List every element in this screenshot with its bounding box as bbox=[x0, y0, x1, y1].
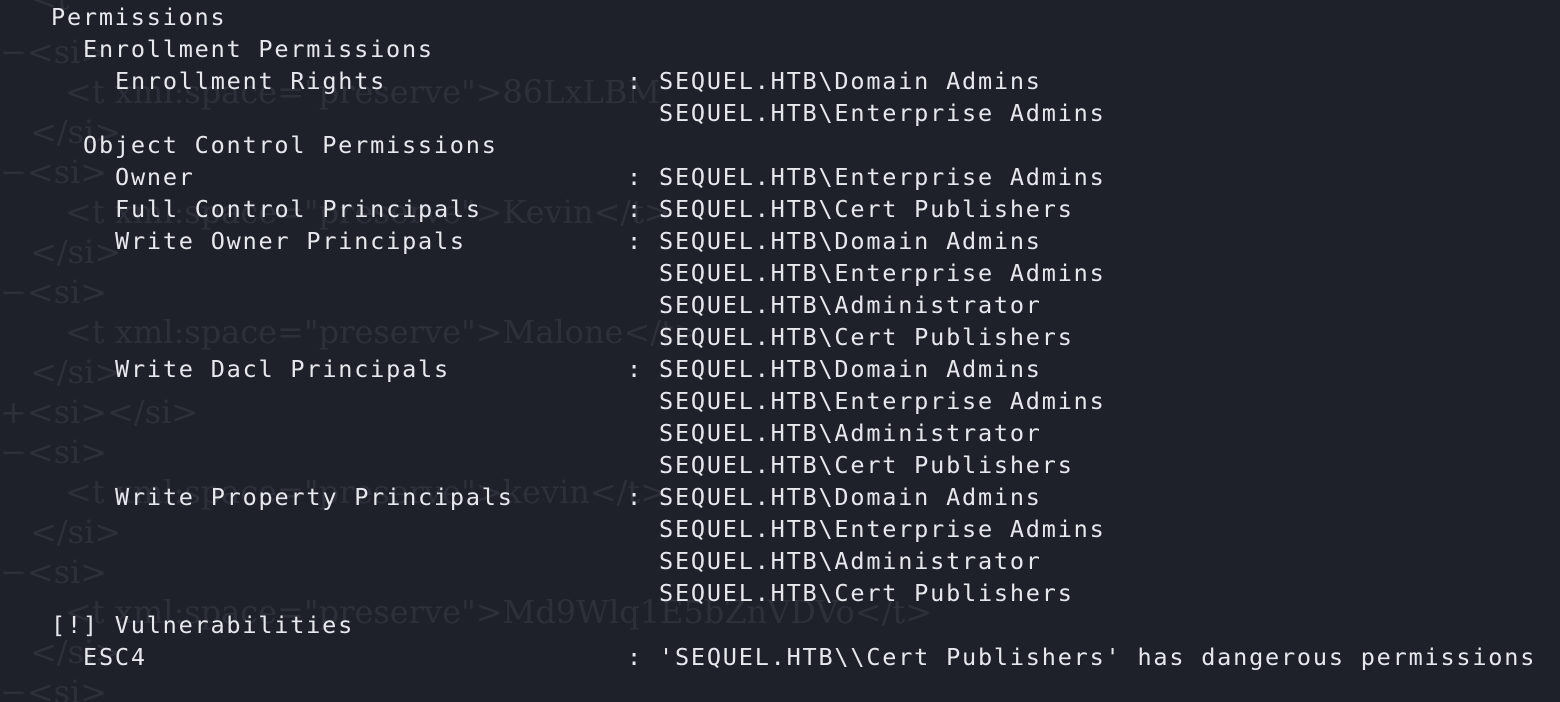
enrollment-rights-value: SEQUEL.HTB\Domain Admins bbox=[659, 67, 1042, 95]
output-line: SEQUEL.HTB\Enterprise Admins bbox=[0, 257, 1560, 289]
output-line: SEQUEL.HTB\Administrator bbox=[0, 417, 1560, 449]
esc4-label: ESC4 bbox=[83, 643, 147, 671]
output-line: Permissions bbox=[0, 1, 1560, 33]
object-control-permissions-title: Object Control Permissions bbox=[83, 131, 498, 159]
output-line: Full Control Principals : SEQUEL.HTB\Cer… bbox=[0, 193, 1560, 225]
separator-colon: : bbox=[627, 67, 643, 95]
separator-colon: : bbox=[627, 643, 643, 671]
separator-colon: : bbox=[627, 483, 643, 511]
write-property-principals-value: SEQUEL.HTB\Domain Admins bbox=[659, 483, 1042, 511]
owner-label: Owner bbox=[115, 163, 195, 191]
output-line: SEQUEL.HTB\Administrator bbox=[0, 289, 1560, 321]
vulnerabilities-title: [!] Vulnerabilities bbox=[51, 611, 355, 639]
permissions-header: Permissions bbox=[51, 3, 227, 31]
output-line: SEQUEL.HTB\Cert Publishers bbox=[0, 449, 1560, 481]
output-line: Object Control Permissions bbox=[0, 129, 1560, 161]
separator-colon: : bbox=[627, 163, 643, 191]
write-owner-principals-value: SEQUEL.HTB\Administrator bbox=[659, 291, 1042, 319]
write-owner-principals-value: SEQUEL.HTB\Cert Publishers bbox=[659, 323, 1074, 351]
output-line: Owner : SEQUEL.HTB\Enterprise Admins bbox=[0, 161, 1560, 193]
output-line: ESC4 : 'SEQUEL.HTB\\Cert Publishers' has… bbox=[0, 641, 1560, 673]
full-control-principals-value: SEQUEL.HTB\Cert Publishers bbox=[659, 195, 1074, 223]
terminal-window[interactable]: <t −<si> <t xml:space="preserve">86LxLBM… bbox=[0, 0, 1560, 702]
output-line: [!] Vulnerabilities bbox=[0, 609, 1560, 641]
write-owner-principals-label: Write Owner Principals bbox=[115, 227, 466, 255]
esc4-value: 'SEQUEL.HTB\\Cert Publishers' has danger… bbox=[659, 643, 1537, 671]
write-property-principals-label: Write Property Principals bbox=[115, 483, 514, 511]
write-owner-principals-value: SEQUEL.HTB\Domain Admins bbox=[659, 227, 1042, 255]
output-line: SEQUEL.HTB\Enterprise Admins bbox=[0, 97, 1560, 129]
output-line: Write Property Principals : SEQUEL.HTB\D… bbox=[0, 481, 1560, 513]
write-property-principals-value: SEQUEL.HTB\Administrator bbox=[659, 547, 1042, 575]
output-line: Enrollment Permissions bbox=[0, 33, 1560, 65]
separator-colon: : bbox=[627, 355, 643, 383]
output-line: SEQUEL.HTB\Administrator bbox=[0, 545, 1560, 577]
output-line: SEQUEL.HTB\Cert Publishers bbox=[0, 577, 1560, 609]
write-owner-principals-value: SEQUEL.HTB\Enterprise Admins bbox=[659, 259, 1106, 287]
full-control-principals-label: Full Control Principals bbox=[115, 195, 482, 223]
enrollment-rights-value: SEQUEL.HTB\Enterprise Admins bbox=[659, 99, 1106, 127]
terminal-output[interactable]: Permissions Enrollment Permissions Enrol… bbox=[0, 1, 1560, 673]
separator-colon: : bbox=[627, 227, 643, 255]
enrollment-rights-label: Enrollment Rights bbox=[115, 67, 387, 95]
write-property-principals-value: SEQUEL.HTB\Enterprise Admins bbox=[659, 515, 1106, 543]
separator-colon: : bbox=[627, 195, 643, 223]
write-dacl-principals-value: SEQUEL.HTB\Domain Admins bbox=[659, 355, 1042, 383]
write-dacl-principals-label: Write Dacl Principals bbox=[115, 355, 450, 383]
write-dacl-principals-value: SEQUEL.HTB\Cert Publishers bbox=[659, 451, 1074, 479]
output-line: Enrollment Rights : SEQUEL.HTB\Domain Ad… bbox=[0, 65, 1560, 97]
write-dacl-principals-value: SEQUEL.HTB\Enterprise Admins bbox=[659, 387, 1106, 415]
output-line: SEQUEL.HTB\Cert Publishers bbox=[0, 321, 1560, 353]
output-line: SEQUEL.HTB\Enterprise Admins bbox=[0, 385, 1560, 417]
enrollment-permissions-title: Enrollment Permissions bbox=[83, 35, 434, 63]
output-line: Write Owner Principals : SEQUEL.HTB\Doma… bbox=[0, 225, 1560, 257]
owner-value: SEQUEL.HTB\Enterprise Admins bbox=[659, 163, 1106, 191]
write-dacl-principals-value: SEQUEL.HTB\Administrator bbox=[659, 419, 1042, 447]
output-line: SEQUEL.HTB\Enterprise Admins bbox=[0, 513, 1560, 545]
write-property-principals-value: SEQUEL.HTB\Cert Publishers bbox=[659, 579, 1074, 607]
output-line: Write Dacl Principals : SEQUEL.HTB\Domai… bbox=[0, 353, 1560, 385]
